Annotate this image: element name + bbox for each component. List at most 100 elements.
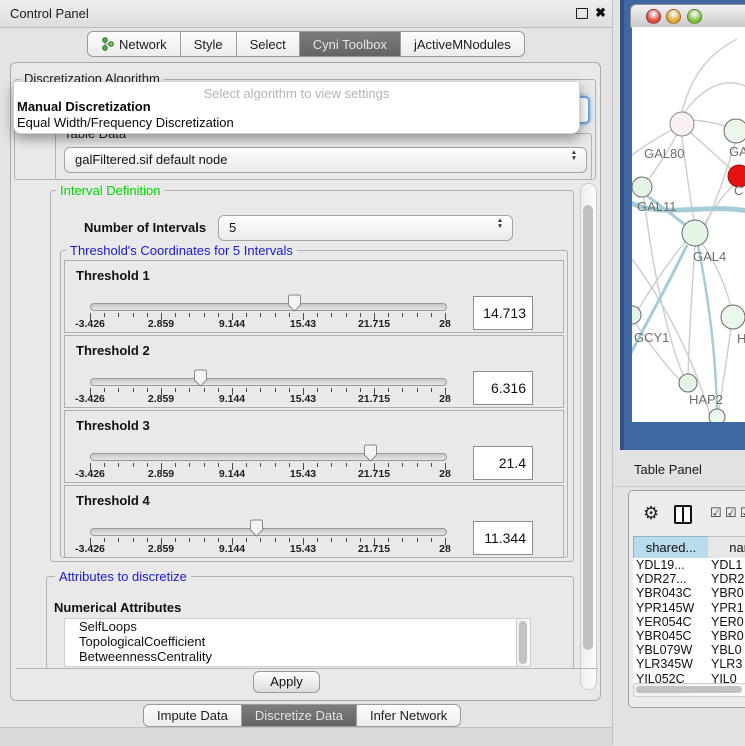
close-traffic-light[interactable]	[646, 9, 661, 24]
stepper-icon[interactable]	[569, 150, 579, 162]
network-node[interactable]	[721, 305, 745, 329]
slider-thumb[interactable]	[287, 294, 302, 312]
slider-tick	[331, 538, 332, 542]
algorithm-option-equal-width[interactable]: Equal Width/Frequency Discretization	[17, 115, 234, 130]
minimize-traffic-light[interactable]	[666, 9, 681, 24]
slider-tick	[317, 463, 318, 467]
slider-thumb[interactable]	[193, 369, 208, 387]
slider-tick	[402, 463, 403, 467]
attributes-title: Attributes to discretize	[55, 569, 191, 584]
columns-icon[interactable]	[674, 505, 692, 524]
slider-thumb[interactable]	[363, 444, 378, 462]
threshold-value-input[interactable]: 21.4	[473, 446, 533, 480]
main-scrollbar[interactable]	[580, 183, 597, 690]
slider-track[interactable]	[90, 453, 447, 461]
table-row[interactable]: YPR145WYPR1	[633, 601, 745, 616]
node-table[interactable]: YDL19...YDL1YDR27...YDR2YBR043CYBR0YPR14…	[633, 558, 745, 683]
main-scrollbar-thumb[interactable]	[583, 205, 593, 650]
slider-tick	[331, 313, 332, 317]
stepper-icon[interactable]	[495, 218, 505, 230]
slider-tick	[388, 463, 389, 467]
numerical-attributes-label: Numerical Attributes	[50, 600, 185, 615]
network-node[interactable]	[679, 374, 697, 392]
interval-definition-title: Interval Definition	[56, 183, 164, 198]
threshold-label: Threshold 4	[76, 493, 150, 508]
attributes-scrollbar-thumb[interactable]	[519, 621, 527, 664]
slider-tick	[147, 538, 148, 542]
float-window-icon[interactable]	[576, 8, 588, 19]
table-row[interactable]: YER054CYER0	[633, 615, 745, 630]
network-node[interactable]	[632, 306, 641, 324]
attribute-item[interactable]: BetweennessCentrality	[65, 649, 517, 664]
tab-cyni-toolbox[interactable]: Cyni Toolbox	[300, 31, 401, 57]
slider-track[interactable]	[90, 378, 447, 386]
network-canvas[interactable]: GAL80GACGAL11GAL4GCY1HHAP2	[632, 27, 745, 422]
table-row[interactable]: YDL19...YDL1	[633, 558, 745, 573]
table-row[interactable]: YIL052CYIL0	[633, 672, 745, 683]
table-cell-name: YIL0	[711, 672, 737, 683]
tab-select[interactable]: Select	[237, 31, 300, 57]
network-window-titlebar[interactable]	[630, 4, 745, 28]
table-cell-shared: YBR043C	[636, 586, 706, 601]
number-of-intervals-value: 5	[229, 220, 236, 235]
table-data-combobox[interactable]: galFiltered.sif default node	[64, 147, 587, 173]
slider-tick	[175, 313, 176, 317]
close-icon[interactable]: ✖	[595, 5, 606, 21]
checkbox-icon[interactable]	[725, 505, 737, 521]
network-node[interactable]	[670, 112, 694, 136]
checkbox-icon[interactable]	[710, 505, 722, 521]
table-row[interactable]: YLR345WYLR3	[633, 657, 745, 672]
table-row[interactable]: YBL079WYBL0	[633, 643, 745, 658]
tab-infer-network[interactable]: Infer Network	[357, 704, 461, 727]
slider-track[interactable]	[90, 303, 447, 311]
node-label: GAL4	[693, 249, 726, 264]
number-of-intervals-combobox[interactable]: 5	[218, 215, 513, 241]
algorithm-option-manual[interactable]: Manual Discretization	[17, 99, 151, 114]
network-node[interactable]	[709, 409, 725, 422]
table-row[interactable]: YDR27...YDR2	[633, 572, 745, 587]
tab-style[interactable]: Style	[181, 31, 237, 57]
node-label: GAL11	[637, 199, 677, 214]
slider-tick	[204, 463, 205, 467]
slider-tick	[133, 463, 134, 467]
slider-tick	[388, 388, 389, 392]
attributes-scrollbar[interactable]	[516, 618, 531, 667]
column-header-name[interactable]: name	[708, 536, 745, 559]
attribute-item[interactable]: TopologicalCoefficient	[65, 634, 517, 649]
threshold-value-input[interactable]: 11.344	[473, 521, 533, 555]
checkbox-icon[interactable]	[740, 505, 745, 521]
slider-track[interactable]	[90, 528, 447, 536]
slider-tick-label: 9.144	[219, 393, 245, 405]
slider-tick-label: 2.859	[148, 468, 174, 480]
table-row[interactable]: YBR043CYBR0	[633, 586, 745, 601]
slider-tick	[431, 388, 432, 392]
tab-jactivemnodules[interactable]: jActiveMNodules	[401, 31, 525, 57]
tab-discretize-data[interactable]: Discretize Data	[242, 704, 357, 727]
tab-label: Cyni Toolbox	[313, 37, 387, 52]
slider-tick-label: 28	[439, 318, 451, 330]
network-node[interactable]	[632, 177, 652, 197]
network-node[interactable]	[682, 220, 708, 246]
table-hscrollbar[interactable]	[633, 683, 745, 697]
attribute-item[interactable]: SelfLoops	[65, 619, 517, 634]
tab-impute-data[interactable]: Impute Data	[143, 704, 242, 727]
network-node[interactable]	[724, 119, 745, 143]
table-hscrollbar-thumb[interactable]	[636, 686, 742, 693]
slider-thumb[interactable]	[249, 519, 264, 537]
gear-icon[interactable]	[643, 503, 659, 524]
table-row[interactable]: YBR045CYBR0	[633, 629, 745, 644]
numerical-attributes-list[interactable]: SelfLoopsTopologicalCoefficientBetweenne…	[64, 618, 518, 667]
threshold-label: Threshold 3	[76, 418, 150, 433]
threshold-value-input[interactable]: 6.316	[473, 371, 533, 405]
apply-button[interactable]: Apply	[253, 671, 320, 693]
tab-network[interactable]: Network	[87, 31, 181, 57]
zoom-traffic-light[interactable]	[687, 9, 702, 24]
control-panel: Control Panel ✖ Network Style Select Cyn…	[0, 0, 613, 745]
slider-tick	[204, 388, 205, 392]
threshold-value-input[interactable]: 14.713	[473, 296, 533, 330]
slider-tick	[218, 313, 219, 317]
tab-label: Discretize Data	[255, 708, 343, 723]
column-header-shared[interactable]: shared...	[633, 536, 709, 559]
slider-tick	[104, 463, 105, 467]
node-label: HAP2	[689, 392, 723, 407]
